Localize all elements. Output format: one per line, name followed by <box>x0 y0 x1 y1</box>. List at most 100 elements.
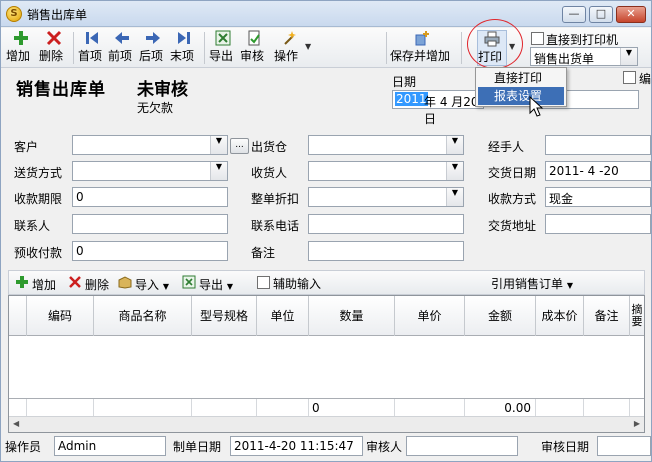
prepaid-field[interactable]: 0 <box>72 241 228 261</box>
column-header-amount[interactable]: 金额 <box>465 296 536 336</box>
prev-record-label: 前项 <box>108 49 133 63</box>
excel-export-icon <box>181 275 197 292</box>
review-button[interactable]: 审核 <box>240 30 268 66</box>
ref-sales-order-label: 引用销售订单 <box>491 277 564 291</box>
delivery-method-label: 送货方式 <box>14 166 63 180</box>
next-record-button[interactable]: 后项 <box>139 30 167 66</box>
payment-method-label: 收款方式 <box>488 192 537 206</box>
contact-field[interactable] <box>72 214 228 234</box>
date-year-selected: 2011 <box>395 92 428 106</box>
minimize-button[interactable]: — <box>562 6 586 23</box>
column-header-code[interactable]: 编码 <box>27 296 94 336</box>
column-header-spec[interactable]: 型号规格 <box>192 296 257 336</box>
delivery-date-field[interactable]: 2011- 4 -20 <box>545 161 651 181</box>
column-header-unit-price[interactable]: 单价 <box>395 296 465 336</box>
maximize-button[interactable]: □ <box>589 6 613 23</box>
direct-to-printer-label: 直接到打印机 <box>546 33 619 47</box>
edit-checkbox[interactable] <box>623 71 636 84</box>
add-icon <box>12 30 30 48</box>
remark-field[interactable] <box>308 241 464 261</box>
column-header-cost-price[interactable]: 成本价 <box>536 296 584 336</box>
delete-icon <box>45 30 63 48</box>
menu-item-direct-print[interactable]: 直接打印 <box>478 69 564 87</box>
delete-icon <box>67 275 83 292</box>
detail-export-label: 导出 <box>199 278 224 292</box>
operator-field: Admin <box>54 436 166 456</box>
save-and-add-label: 保存并增加 <box>390 49 451 63</box>
operation-dropdown-icon[interactable]: ▼ <box>305 42 311 51</box>
make-date-value: 2011-4-20 11:15:47 <box>234 439 354 453</box>
summary-cell <box>192 399 257 417</box>
export-button[interactable]: 导出 <box>209 30 237 66</box>
operation-button[interactable]: 操作 <box>274 30 306 66</box>
assist-input-checkbox[interactable] <box>257 276 270 289</box>
date-picker[interactable]: 2011 年 4 月20日 <box>392 90 484 126</box>
add-label: 增加 <box>6 49 31 63</box>
arrow-right-icon <box>144 30 162 48</box>
date-label: 日期 <box>392 75 417 89</box>
column-header-quantity[interactable]: 数量 <box>309 296 395 336</box>
phone-label: 联系电话 <box>251 219 300 233</box>
customer-select[interactable]: ▼ <box>72 135 228 155</box>
customer-browse-button[interactable]: ... <box>230 138 249 154</box>
detail-add-button[interactable]: 增加 <box>14 275 56 293</box>
ref-sales-order-button[interactable]: 引用销售订单 ▼ <box>491 275 573 292</box>
contact-label: 联系人 <box>14 219 51 233</box>
phone-field[interactable] <box>308 214 464 234</box>
direct-to-printer-checkbox[interactable] <box>531 32 544 45</box>
close-button[interactable]: ✕ <box>616 6 646 23</box>
horizontal-scrollbar[interactable]: ◀ ▶ <box>9 416 644 432</box>
delete-button[interactable]: 删除 <box>39 30 69 66</box>
print-menu: 直接打印 报表设置 <box>475 67 567 107</box>
add-button[interactable]: 增加 <box>6 30 36 66</box>
sales-outbound-window: S 销售出库单 — □ ✕ 增加 删除 首项 前项 后项 末项 导出 审核 操作… <box>0 0 652 462</box>
edit-label-partial: 编 <box>639 72 652 86</box>
prev-record-button[interactable]: 前项 <box>108 30 136 66</box>
warehouse-select[interactable]: ▼ <box>308 135 464 155</box>
delivery-date-label: 交货日期 <box>488 166 537 180</box>
operator-value: Admin <box>58 439 97 453</box>
receiver-select[interactable]: ▼ <box>308 161 464 181</box>
prepaid-label: 预收付款 <box>14 246 63 260</box>
last-record-button[interactable]: 末项 <box>170 30 198 66</box>
column-header-summary[interactable]: 摘要 <box>630 296 644 336</box>
handler-field[interactable] <box>545 135 651 155</box>
column-header-product-name[interactable]: 商品名称 <box>94 296 192 336</box>
column-header-remark[interactable]: 备注 <box>584 296 630 336</box>
print-template-select[interactable]: 销售出货单 ▼ <box>530 47 638 66</box>
receiver-label: 收货人 <box>251 166 288 180</box>
detail-export-button[interactable]: 导出 ▼ <box>181 275 233 293</box>
delivery-method-select[interactable]: ▼ <box>72 161 228 181</box>
add-icon <box>14 275 30 292</box>
menu-item-report-settings[interactable]: 报表设置 <box>478 87 564 105</box>
chevron-down-icon: ▼ <box>446 136 463 154</box>
chevron-down-icon: ▼ <box>226 282 233 291</box>
chevron-down-icon: ▼ <box>210 162 227 180</box>
save-add-icon <box>413 30 431 48</box>
scroll-right-icon[interactable]: ▶ <box>634 419 640 428</box>
detail-import-button[interactable]: 导入 ▼ <box>117 275 169 293</box>
toolbar-divider <box>73 32 74 64</box>
summary-cell <box>94 399 192 417</box>
payment-term-field[interactable]: 0 <box>72 187 228 207</box>
reviewer-field <box>406 436 518 456</box>
reviewer-label: 审核人 <box>366 440 403 454</box>
detail-delete-button[interactable]: 删除 <box>67 275 109 293</box>
toolbar-divider <box>461 32 462 64</box>
save-and-add-button[interactable]: 保存并增加 <box>390 30 454 66</box>
delivery-address-field[interactable] <box>545 214 651 234</box>
scroll-left-icon[interactable]: ◀ <box>13 419 19 428</box>
first-record-button[interactable]: 首项 <box>78 30 106 66</box>
review-date-label: 审核日期 <box>541 440 590 454</box>
detail-add-label: 增加 <box>32 278 57 292</box>
grid-header: 编码 商品名称 型号规格 单位 数量 单价 金额 成本价 备注 摘要 <box>9 296 644 336</box>
window-title: 销售出库单 <box>27 8 88 22</box>
chevron-down-icon: ▼ <box>566 281 573 290</box>
column-header-unit[interactable]: 单位 <box>257 296 309 336</box>
payment-method-field[interactable]: 现金 <box>545 187 651 207</box>
prepaid-value: 0 <box>76 244 84 258</box>
export-label: 导出 <box>209 49 234 63</box>
summary-cell <box>395 399 465 417</box>
operator-label: 操作员 <box>5 440 42 454</box>
discount-select[interactable]: ▼ <box>308 187 464 207</box>
